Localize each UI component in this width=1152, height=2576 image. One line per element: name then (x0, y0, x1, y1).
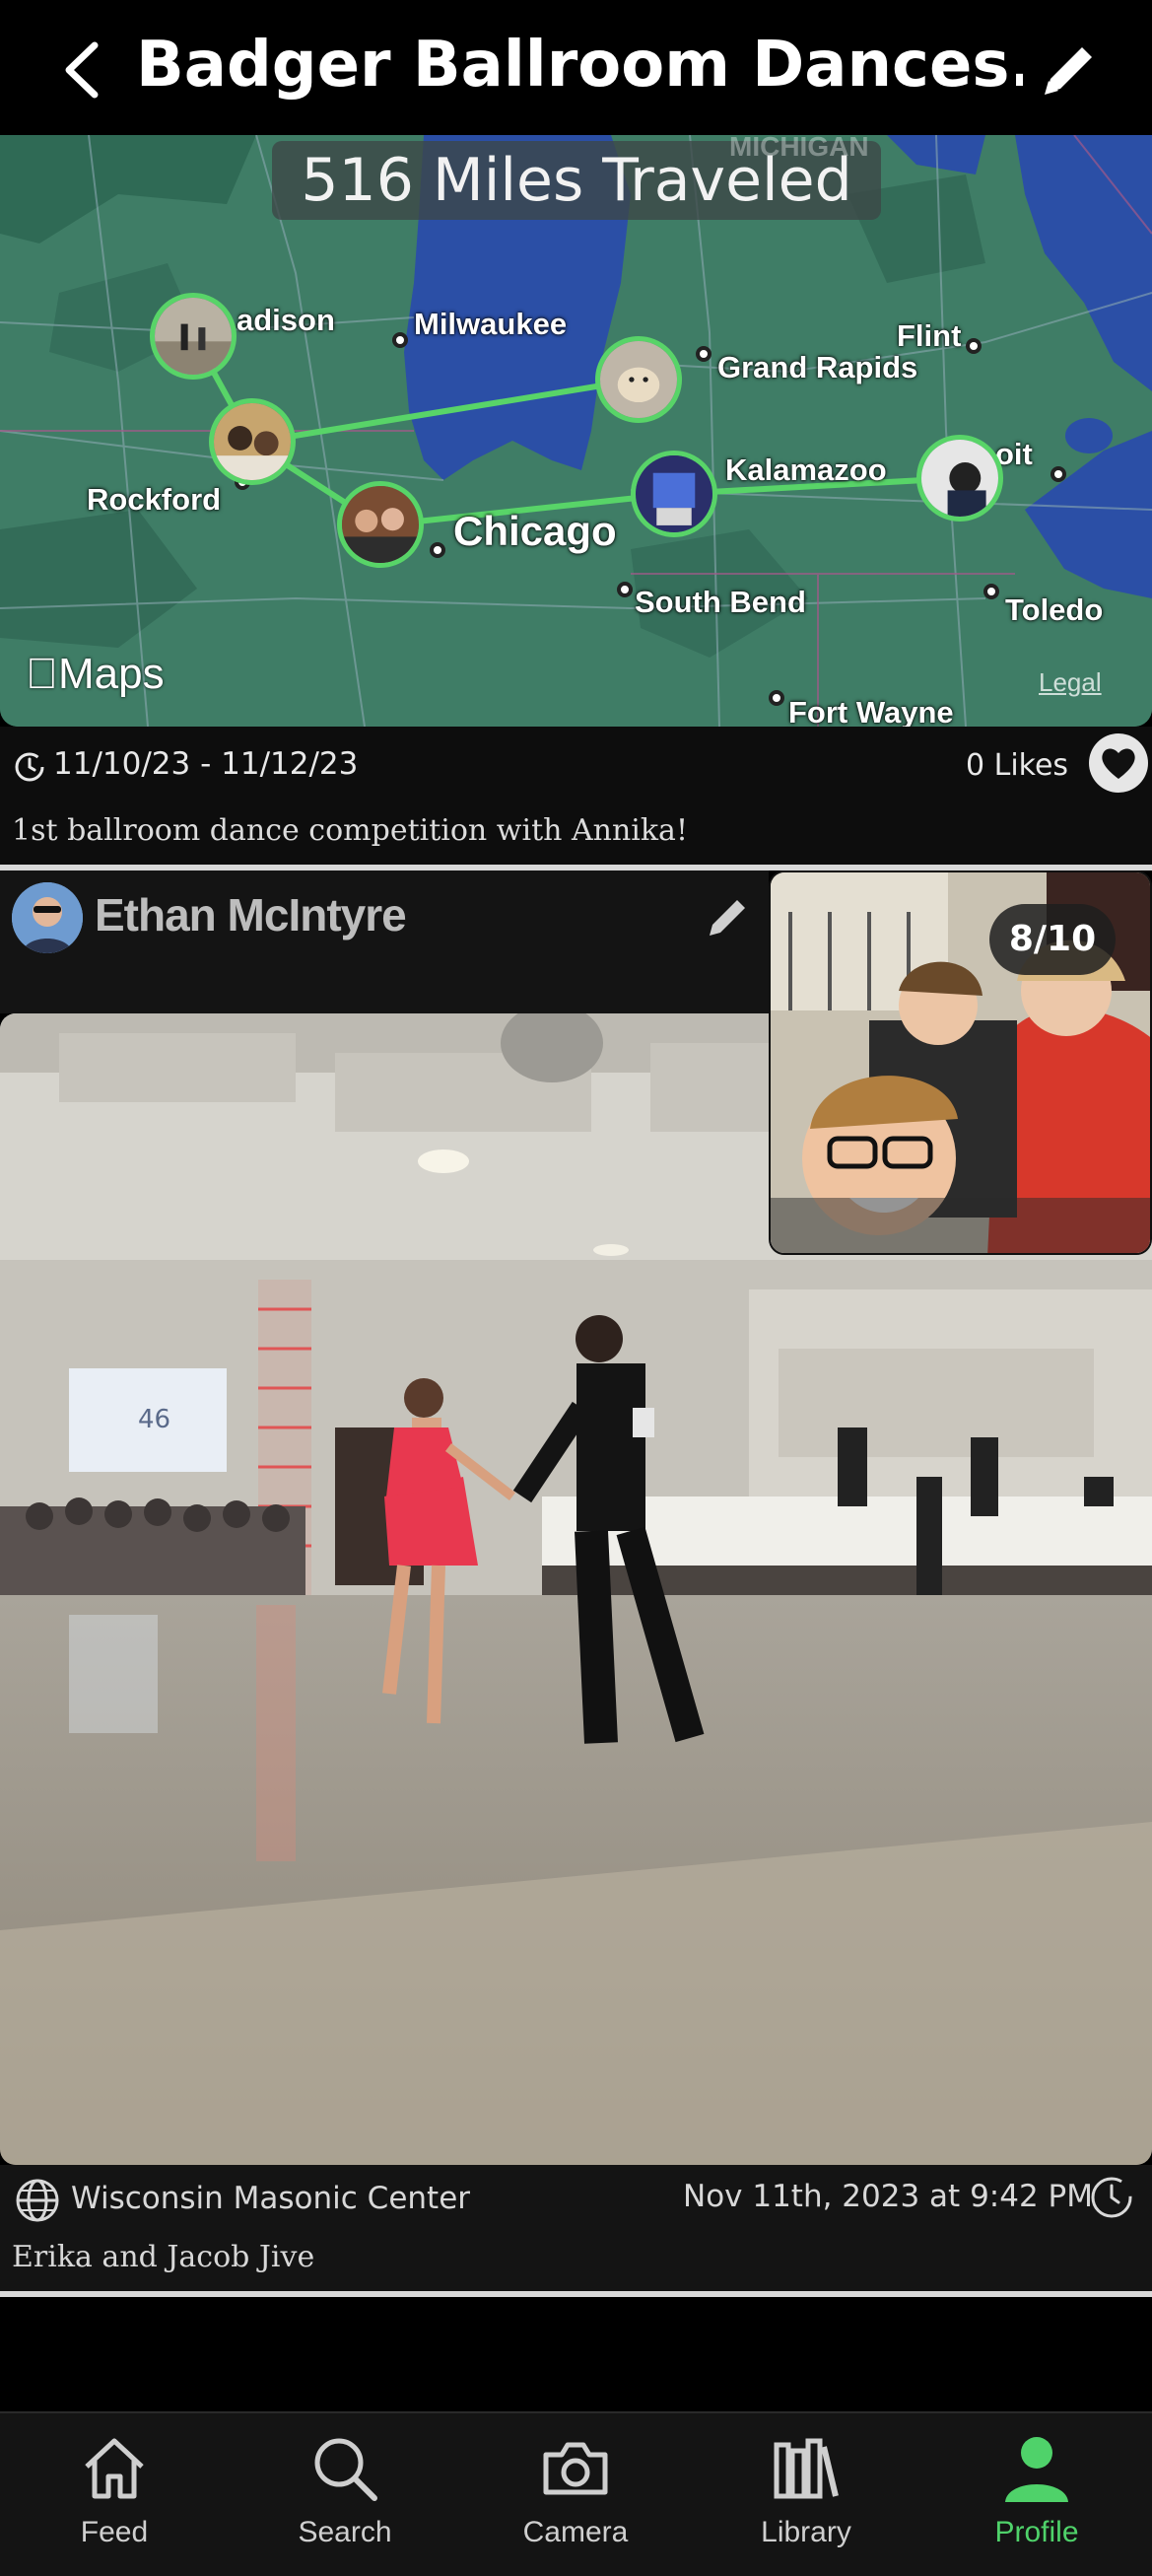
pin-photo-dinner (214, 403, 291, 480)
post-timestamp: Nov 11th, 2023 at 9:42 PM (683, 2179, 1093, 2214)
map-photo-pin[interactable] (337, 481, 424, 568)
clock-icon (1091, 2177, 1132, 2218)
pin-photo-group (342, 486, 419, 563)
pin-photo-dog (600, 341, 677, 418)
trip-map[interactable]: 516 Miles Traveled MICHIGAN adison Milwa… (0, 135, 1152, 727)
city-dot (617, 582, 633, 597)
likes-count: 0 Likes (966, 748, 1069, 783)
post-location[interactable]: Wisconsin Masonic Center (71, 2181, 470, 2216)
map-label-south-bend: South Bend (635, 585, 806, 619)
post-author[interactable]: Ethan McIntyre (95, 888, 407, 941)
tab-library[interactable]: Library (717, 2433, 895, 2571)
camera-icon (543, 2442, 608, 2495)
heart-icon (1102, 748, 1135, 779)
city-dot (392, 332, 408, 348)
avatar-photo (12, 882, 83, 953)
map-label-kalamazoo: Kalamazoo (725, 453, 887, 487)
map-label-rockford: Rockford (87, 482, 222, 517)
map-photo-pin[interactable] (595, 336, 682, 423)
chevron-left-icon[interactable] (57, 37, 110, 103)
photo-counter-badge: 8/10 (989, 904, 1116, 975)
tab-label: Feed (80, 2516, 149, 2548)
map-label-fort-wayne: Fort Wayne (788, 695, 954, 727)
map-label-toledo: Toledo (1005, 592, 1104, 627)
map-photo-pin[interactable] (916, 435, 1003, 522)
post-header: Ethan McIntyre (0, 870, 769, 1013)
search-icon (314, 2438, 377, 2501)
trip-dates-row: 11/10/23 - 11/12/23 0 Likes (0, 727, 1152, 807)
map-photo-pin[interactable] (209, 398, 296, 485)
apple-maps-logo: Maps (26, 650, 165, 698)
tab-camera[interactable]: Camera (487, 2433, 664, 2571)
trip-description: 1st ballroom dance competition with Anni… (12, 813, 689, 848)
tab-search[interactable]: Search (256, 2433, 434, 2571)
tab-bar: Feed Search Camera Library Profile (0, 2411, 1152, 2576)
map-label-madison: adison (237, 303, 335, 337)
pin-photo-ballroom (155, 298, 232, 375)
city-dot (966, 338, 982, 354)
map-photo-pin[interactable] (150, 293, 237, 380)
trip-date-range: 11/10/23 - 11/12/23 (53, 746, 359, 782)
tab-label: Search (298, 2516, 392, 2548)
home-icon (85, 2438, 144, 2499)
tab-label: Profile (994, 2516, 1079, 2548)
tab-feed[interactable]: Feed (26, 2433, 203, 2571)
map-label-flint: Flint (897, 318, 962, 353)
map-label-grand-rapids: Grand Rapids (717, 350, 918, 384)
tab-label: Camera (522, 2516, 629, 2548)
person-icon (1005, 2437, 1068, 2502)
map-label-michigan: MICHIGAN (729, 135, 869, 162)
legal-link[interactable]: Legal (1039, 667, 1102, 698)
library-icon (774, 2438, 839, 2499)
pin-photo-selfie (921, 440, 998, 517)
map-terrain (0, 135, 1152, 727)
globe-icon (16, 2179, 59, 2222)
avatar[interactable] (12, 882, 83, 953)
like-button[interactable] (1089, 733, 1148, 793)
section-divider (0, 2291, 1152, 2297)
pin-photo-arcade (636, 455, 712, 532)
map-photo-pin[interactable] (631, 451, 717, 537)
top-bar: Badger Ballroom Dances... (0, 0, 1152, 135)
map-label-milwaukee: Milwaukee (414, 307, 568, 341)
city-dot (696, 346, 712, 362)
pencil-icon[interactable] (702, 892, 753, 943)
page-title: Badger Ballroom Dances... (136, 29, 1023, 102)
clock-icon (15, 752, 44, 782)
city-dot (1050, 466, 1066, 482)
city-dot (430, 542, 445, 558)
trip-description-row: 1st ballroom dance competition with Anni… (0, 798, 1152, 865)
city-dot (769, 690, 784, 706)
tab-label: Library (761, 2516, 851, 2548)
city-dot (983, 584, 999, 599)
post-meta: Wisconsin Masonic Center Nov 11th, 2023 … (0, 2165, 1152, 2293)
svg-text:46: 46 (138, 1405, 170, 1434)
post-caption: Erika and Jacob Jive (12, 2240, 315, 2274)
map-label-chicago: Chicago (453, 508, 617, 554)
tab-profile[interactable]: Profile (948, 2433, 1125, 2571)
pencil-icon[interactable] (1035, 35, 1104, 104)
